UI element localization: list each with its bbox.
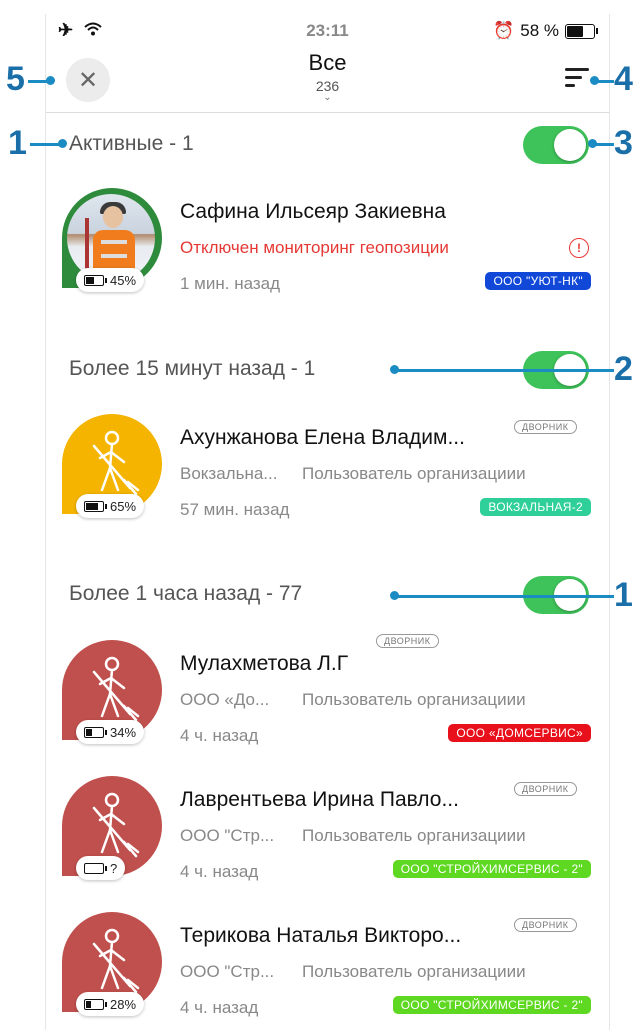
annotation-2: 2 bbox=[614, 350, 633, 388]
last-seen: 57 мин. назад bbox=[180, 500, 290, 519]
avatar: 65% bbox=[62, 414, 164, 518]
org-tag: ООО "СТРОЙХИМСЕРВИС - 2" bbox=[392, 860, 591, 878]
annotation-1b: 1 bbox=[614, 576, 633, 614]
avatar: 45% bbox=[62, 188, 164, 292]
last-seen: 4 ч. назад bbox=[180, 998, 259, 1017]
section-active: Активные - 1 bbox=[46, 122, 609, 166]
user-info: ООО "Стр... Пользователь организациии bbox=[180, 962, 526, 981]
annotation-line bbox=[394, 369, 614, 372]
org-tag: ООО «ДОМСЕРВИС» bbox=[448, 724, 591, 742]
battery-icon bbox=[565, 23, 598, 39]
user-name: Терикова Наталья Викторо... bbox=[180, 924, 462, 947]
annotation-dot bbox=[58, 139, 67, 148]
page-title[interactable]: Все bbox=[46, 50, 609, 76]
battery-badge: 45% bbox=[76, 268, 145, 292]
janitor-icon bbox=[92, 792, 140, 858]
battery-icon bbox=[84, 274, 107, 286]
chevron-down-icon[interactable]: ⌄ bbox=[46, 92, 609, 103]
last-seen: 4 ч. назад bbox=[180, 862, 259, 881]
annotation-5: 5 bbox=[6, 60, 25, 98]
header: ✕ Все 236 ⌄ bbox=[46, 48, 609, 113]
janitor-icon bbox=[92, 430, 140, 496]
annotation-1: 1 bbox=[8, 124, 27, 162]
battery-badge: 65% bbox=[76, 494, 145, 518]
user-info: ООО «До... Пользователь организациии bbox=[180, 690, 526, 709]
user-info: ООО "Стр... Пользователь организациии bbox=[180, 826, 526, 845]
battery-icon bbox=[84, 862, 107, 874]
section-label: Более 15 минут назад - 1 bbox=[69, 357, 316, 380]
org-tag: ООО "УЮТ-НК" bbox=[485, 272, 591, 290]
user-name: Ахунжанова Елена Владим... bbox=[180, 426, 465, 449]
avatar: ? bbox=[62, 776, 164, 880]
janitor-icon bbox=[92, 656, 140, 722]
role-badge: ДВОРНИК bbox=[376, 634, 439, 648]
alarm-icon: ⏰ bbox=[493, 21, 515, 40]
battery-icon bbox=[84, 998, 107, 1010]
battery-icon bbox=[84, 500, 107, 512]
sort-icon-bar bbox=[565, 76, 582, 79]
list-item[interactable]: 45% Сафина Ильсеяр Закиевна Отключен мон… bbox=[46, 188, 609, 298]
alert-icon[interactable]: ! bbox=[569, 238, 589, 258]
user-info: Вокзальна... Пользователь организациии bbox=[180, 464, 526, 483]
section-1hour: Более 1 часа назад - 77 bbox=[46, 572, 609, 616]
sort-icon bbox=[565, 68, 589, 71]
alert-text: Отключен мониторинг геопозиции bbox=[180, 238, 449, 257]
section-label: Активные - 1 bbox=[69, 132, 194, 155]
sort-button[interactable] bbox=[565, 66, 591, 90]
annotation-line bbox=[394, 595, 614, 598]
list-item[interactable]: 28% Терикова Наталья Викторо... ДВОРНИК … bbox=[46, 912, 609, 1022]
battery-badge: 34% bbox=[76, 720, 145, 744]
annotation-dot bbox=[588, 139, 597, 148]
status-icons-right: ⏰ 58 % bbox=[493, 21, 598, 41]
sort-icon-bar bbox=[565, 84, 575, 87]
org-tag: ООО "СТРОЙХИМСЕРВИС - 2" bbox=[392, 996, 591, 1014]
annotation-dot bbox=[590, 76, 599, 85]
list-item[interactable]: ? Лаврентьева Ирина Павло... ДВОРНИК ООО… bbox=[46, 776, 609, 886]
status-bar: ✈ 23:11 ⏰ 58 % bbox=[46, 14, 609, 48]
battery-badge: 28% bbox=[76, 992, 145, 1016]
user-name: Мулахметова Л.Г bbox=[180, 652, 349, 675]
list-item[interactable]: 34% Мулахметова Л.Г ДВОРНИК ООО «До... По… bbox=[46, 634, 609, 750]
role-badge: ДВОРНИК bbox=[514, 782, 577, 796]
list-item[interactable]: 65% Ахунжанова Елена Владим... ДВОРНИК В… bbox=[46, 414, 609, 524]
battery-badge: ? bbox=[76, 856, 126, 880]
janitor-icon bbox=[92, 928, 140, 994]
battery-percent: 58 % bbox=[520, 21, 559, 40]
battery-icon bbox=[84, 726, 107, 738]
section-toggle[interactable] bbox=[523, 126, 589, 164]
role-badge: ДВОРНИК bbox=[514, 420, 577, 434]
annotation-3: 3 bbox=[614, 124, 633, 162]
last-seen: 4 ч. назад bbox=[180, 726, 259, 745]
avatar: 34% bbox=[62, 640, 164, 744]
avatar: 28% bbox=[62, 912, 164, 1016]
section-label: Более 1 часа назад - 77 bbox=[69, 582, 303, 605]
last-seen: 1 мин. назад bbox=[180, 274, 281, 293]
org-tag: ВОКЗАЛЬНАЯ-2 bbox=[480, 498, 591, 516]
user-name: Лаврентьева Ирина Павло... bbox=[180, 788, 459, 811]
phone-screen: ✈ 23:11 ⏰ 58 % ✕ Все 236 ⌄ Активные - 1 bbox=[45, 14, 610, 1030]
annotation-4: 4 bbox=[614, 60, 633, 98]
role-badge: ДВОРНИК bbox=[514, 918, 577, 932]
annotation-dot bbox=[390, 365, 399, 374]
annotation-dot bbox=[390, 591, 399, 600]
user-name: Сафина Ильсеяр Закиевна bbox=[180, 200, 446, 223]
annotation-dot bbox=[46, 76, 55, 85]
